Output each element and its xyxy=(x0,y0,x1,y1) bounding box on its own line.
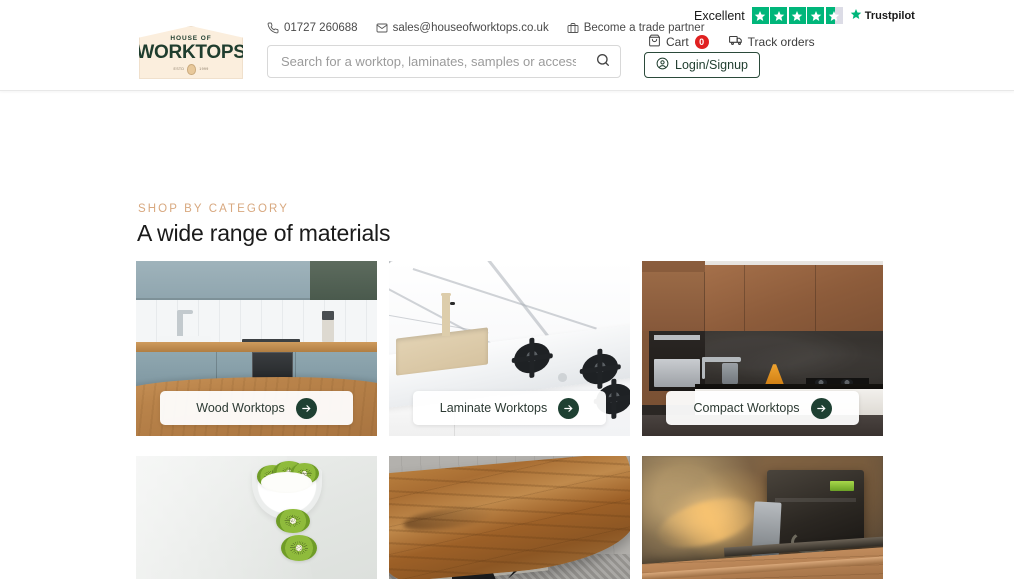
card-label: Wood Worktops xyxy=(196,401,285,415)
trustpilot-rating[interactable]: Excellent Trustpilot xyxy=(694,7,915,24)
category-card-wood-worktops[interactable]: Wood Worktops xyxy=(136,261,377,436)
category-card-laminate-worktops[interactable]: Laminate Worktops xyxy=(389,261,630,436)
trustpilot-brand: Trustpilot xyxy=(850,8,915,23)
envelope-icon xyxy=(376,22,388,34)
bag-icon xyxy=(648,34,661,50)
user-circle-icon xyxy=(656,57,669,73)
card-label: Compact Worktops xyxy=(693,401,800,415)
contact-email-label: sales@houseofworktops.co.uk xyxy=(392,22,549,34)
worktop-builder-image xyxy=(642,456,883,579)
trustpilot-stars xyxy=(751,7,843,24)
search-bar[interactable] xyxy=(267,45,621,78)
phone-icon xyxy=(267,22,279,34)
card-label: Laminate Worktops xyxy=(439,401,548,415)
site-logo[interactable]: HOUSE OF WORKTOPS ESTD 1999 ® xyxy=(139,26,243,79)
cart-button[interactable]: Cart 0 xyxy=(648,34,709,50)
star-icon xyxy=(751,7,769,24)
search-icon xyxy=(595,52,611,71)
wood-worktops-button[interactable]: Wood Worktops xyxy=(160,391,353,425)
header-contact-row: 01727 260688 sales@houseofworktops.co.uk… xyxy=(267,22,705,34)
logo-established: ESTD 1999 xyxy=(173,64,209,76)
contact-phone[interactable]: 01727 260688 xyxy=(267,22,358,34)
logo-seal-icon xyxy=(187,64,197,76)
track-orders-button[interactable]: Track orders xyxy=(728,33,815,50)
section-eyebrow: SHOP BY CATEGORY xyxy=(138,203,289,215)
login-signup-button[interactable]: Login/Signup xyxy=(644,52,760,78)
compact-worktops-button[interactable]: Compact Worktops xyxy=(666,391,859,425)
category-card-compact-worktops[interactable]: Compact Worktops xyxy=(642,261,883,436)
truck-icon xyxy=(728,33,743,50)
arrow-right-icon xyxy=(558,397,580,419)
site-header: HOUSE OF WORKTOPS ESTD 1999 ® 01727 2606… xyxy=(0,0,1014,91)
category-card-worktop-builder[interactable]: Worktop Builder xyxy=(642,456,883,579)
arrow-right-icon xyxy=(295,397,317,419)
laminate-worktops-button[interactable]: Laminate Worktops xyxy=(413,391,606,425)
trustpilot-star-icon xyxy=(850,8,862,23)
header-account-row: Cart 0 Track orders xyxy=(648,33,815,50)
contact-phone-label: 01727 260688 xyxy=(284,22,358,34)
star-icon xyxy=(788,7,806,24)
cart-label: Cart xyxy=(666,34,689,49)
trustpilot-rating-word: Excellent xyxy=(694,8,745,23)
category-card-solid-surface[interactable]: Solid Surface xyxy=(136,456,377,579)
search-button[interactable] xyxy=(586,46,620,77)
live-edge-image xyxy=(389,456,630,579)
category-card-live-edge[interactable]: Live Edge xyxy=(389,456,630,579)
arrow-right-icon xyxy=(810,397,832,419)
trustpilot-brand-label: Trustpilot xyxy=(864,9,915,22)
cart-count-badge: 0 xyxy=(694,34,709,49)
star-icon xyxy=(770,7,788,24)
star-icon xyxy=(807,7,825,24)
page-title: A wide range of materials xyxy=(137,220,391,246)
star-half-icon xyxy=(825,7,843,24)
category-grid: Wood Worktops Laminate Worktops Compact … xyxy=(136,261,883,579)
briefcase-icon xyxy=(567,22,579,34)
solid-surface-image xyxy=(136,456,377,579)
contact-email[interactable]: sales@houseofworktops.co.uk xyxy=(376,22,549,34)
logo-trademark-text: ® xyxy=(237,32,241,38)
logo-main-text: WORKTOPS xyxy=(136,42,246,64)
track-orders-label: Track orders xyxy=(747,34,815,49)
login-signup-label: Login/Signup xyxy=(675,58,748,72)
logo-year-text: 1999 xyxy=(199,66,209,71)
logo-estd-text: ESTD xyxy=(173,66,185,71)
search-input[interactable] xyxy=(268,54,586,69)
